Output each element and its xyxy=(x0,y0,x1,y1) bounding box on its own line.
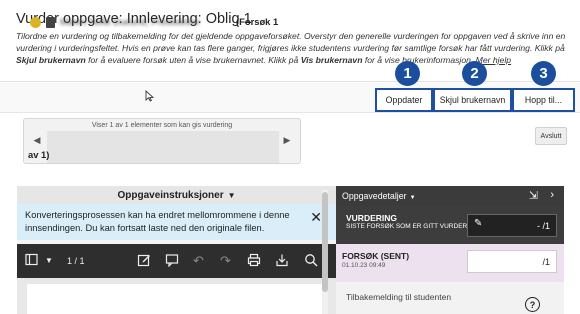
desc-text-3: for å vise brukerinformasjon. xyxy=(362,55,476,65)
print-icon[interactable] xyxy=(247,253,261,270)
item-count-text: Viser 1 av 1 elementer som kan gis vurde… xyxy=(91,122,233,129)
callout-badge-2: 2 xyxy=(462,61,487,86)
attempt-date: 01.10.23 09:49 xyxy=(342,262,386,269)
jump-to-button[interactable]: Hopp til... xyxy=(512,88,575,112)
undo-icon[interactable]: ↶ xyxy=(193,253,204,269)
feedback-label: Tilbakemelding til studenten xyxy=(346,292,452,302)
hide-username-button[interactable]: Skjul brukernavn xyxy=(433,88,512,112)
details-title-toggle[interactable]: Oppgavedetaljer ▼ xyxy=(342,191,416,201)
sidebar-toggle-icon[interactable] xyxy=(25,253,38,269)
close-icon[interactable]: ✕ xyxy=(310,209,322,226)
grade-subtitle: SISTE FORSØK SOM ER GITT VURDERING xyxy=(346,223,479,230)
grade-title: VURDERING xyxy=(346,213,398,223)
attempt-grade-input[interactable]: /1 xyxy=(467,250,557,273)
desc-text-1: Tilordne en vurdering og tilbakemelding … xyxy=(16,31,566,53)
redo-icon[interactable]: ↷ xyxy=(220,253,231,269)
chevron-down-icon: ▼ xyxy=(227,190,236,200)
instructions-header[interactable]: Oppgaveinstruksjoner ▼ xyxy=(17,186,336,204)
desc-bold-1: Skjul brukernavn xyxy=(16,55,86,65)
attempt-section: FORSØK (SENT) 01.10.23 09:49 /1 xyxy=(336,244,564,282)
pencil-icon[interactable]: ✎ xyxy=(474,218,482,229)
chevron-right-icon[interactable]: › xyxy=(550,189,554,201)
download-icon[interactable] xyxy=(275,253,289,270)
callout-badge-1: 1 xyxy=(395,61,420,86)
attempt-label: (Forsøk 1 xyxy=(236,16,279,27)
search-icon[interactable] xyxy=(304,253,318,270)
status-dot-icon xyxy=(30,17,41,28)
desc-bold-2: Vis brukernavn xyxy=(300,55,363,65)
page-description: Tilordne en vurdering og tilbakemelding … xyxy=(16,30,566,66)
student-navigator: Viser 1 av 1 elementer som kan gis vurde… xyxy=(23,118,301,164)
instructions-title: Oppgaveinstruksjoner xyxy=(117,189,224,201)
desc-text-2: for å evaluere forsøk uten å vise bruker… xyxy=(85,55,301,65)
student-selector[interactable] xyxy=(47,131,279,163)
chevron-left-icon[interactable]: ◀ xyxy=(29,133,45,147)
pointer-cursor-icon xyxy=(145,89,155,105)
feedback-section: Tilbakemelding til studenten ? xyxy=(336,282,564,314)
chevron-right-icon[interactable]: ▶ xyxy=(279,133,295,147)
chevron-down-icon[interactable]: ▼ xyxy=(45,256,53,265)
update-button[interactable]: Oppdater xyxy=(375,88,433,112)
scrollbar-thumb[interactable] xyxy=(322,192,328,292)
attempt-label-cont: av 1) xyxy=(28,149,50,160)
expand-icon[interactable]: ⇲ xyxy=(529,189,538,202)
attempt-title: FORSØK (SENT) xyxy=(342,251,410,261)
details-panel: Oppgavedetaljer ▼ ⇲ › VURDERING SISTE FOR… xyxy=(336,186,564,314)
notice-text: Konverteringsprosessen kan ha endret mel… xyxy=(25,210,290,233)
chevron-down-icon: ▼ xyxy=(409,195,416,201)
edit-icon[interactable] xyxy=(137,253,151,270)
instructions-panel: Oppgaveinstruksjoner ▼ Konverteringspros… xyxy=(17,186,336,314)
page-number: 1 / 1 xyxy=(67,256,85,266)
comment-icon[interactable] xyxy=(165,253,179,270)
document-page xyxy=(27,284,324,314)
callout-badge-3: 3 xyxy=(531,61,556,86)
details-title: Oppgavedetaljer xyxy=(342,191,407,201)
student-name: Maren Sofie Dueund, Prestweiser xyxy=(60,16,201,27)
pdf-toolbar: ▼ 1 / 1 ↶ ↷ xyxy=(17,244,336,278)
grade-section: VURDERING SISTE FORSØK SOM ER GITT VURDE… xyxy=(336,206,564,244)
close-button[interactable]: Avslutt xyxy=(535,127,567,145)
help-icon[interactable]: ? xyxy=(525,297,540,312)
details-header: Oppgavedetaljer ▼ ⇲ › xyxy=(336,186,564,206)
page-header: Vurder oppgave: Innlevering: Oblig 1 Til… xyxy=(0,0,580,82)
document-viewer[interactable] xyxy=(17,278,336,314)
attempt-value: /1 xyxy=(542,257,550,267)
avatar-icon xyxy=(46,17,55,28)
scrollbar[interactable] xyxy=(322,190,328,314)
grade-value: - /1 xyxy=(536,221,550,231)
conversion-notice: Konverteringsprosessen kan ha endret mel… xyxy=(17,204,336,240)
grade-field[interactable]: ✎ - /1 xyxy=(467,214,557,237)
